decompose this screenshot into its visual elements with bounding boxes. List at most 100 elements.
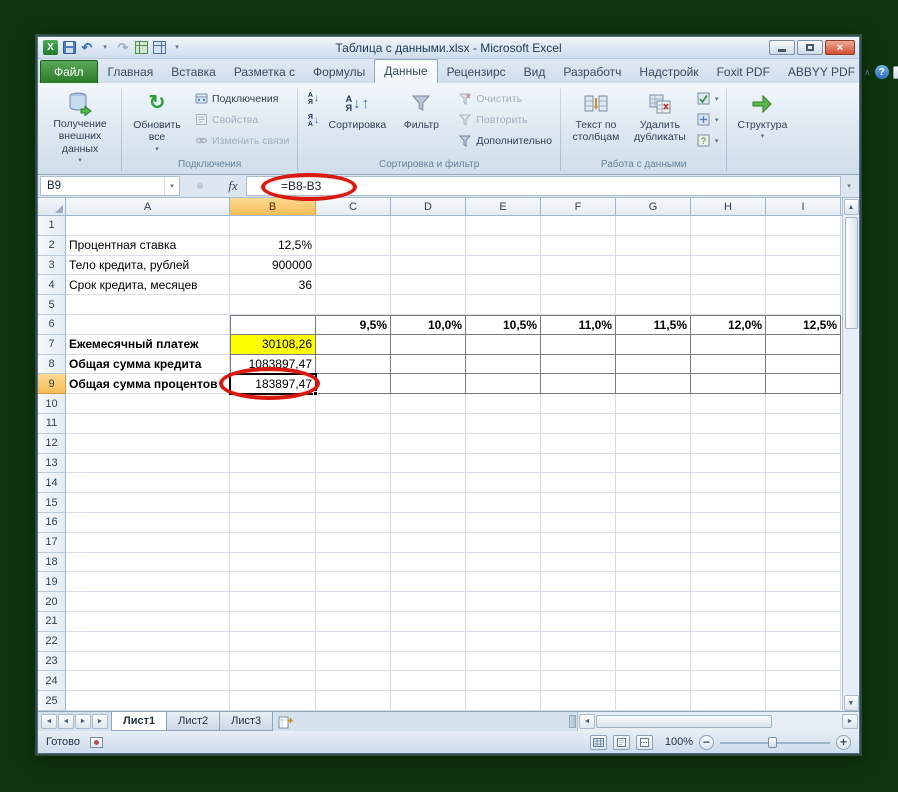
cell-B1[interactable] [230, 216, 316, 236]
window-restore-button[interactable] [797, 40, 823, 55]
cell-E6[interactable]: 10,5% [466, 315, 541, 335]
row-header-18[interactable]: 18 [38, 553, 66, 573]
cell-G20[interactable] [616, 592, 691, 612]
cell-I18[interactable] [766, 553, 841, 573]
cell-H18[interactable] [691, 553, 766, 573]
cell-E24[interactable] [466, 671, 541, 691]
zoom-slider[interactable] [720, 735, 830, 750]
cell-E23[interactable] [466, 652, 541, 672]
cell-F2[interactable] [541, 236, 616, 256]
cell-E3[interactable] [466, 256, 541, 276]
cell-A17[interactable] [66, 533, 230, 553]
tab-insert[interactable]: Вставка [162, 61, 225, 83]
cell-G25[interactable] [616, 691, 691, 711]
cell-A6[interactable] [66, 315, 230, 335]
name-box-dropdown-icon[interactable]: ▾ [164, 177, 179, 195]
scroll-left-icon[interactable]: ◄ [579, 714, 595, 729]
redo-icon[interactable]: ↷ [116, 40, 130, 56]
cell-B6[interactable] [230, 315, 316, 335]
cell-D6[interactable]: 10,0% [391, 315, 466, 335]
advanced-filter-button[interactable]: Дополнительно [454, 131, 556, 150]
cell-B18[interactable] [230, 553, 316, 573]
cell-A9[interactable]: Общая сумма процентов [66, 374, 230, 394]
cell-D15[interactable] [391, 493, 466, 513]
sort-descending-button[interactable]: ЯА ↓ [302, 111, 324, 131]
cell-G17[interactable] [616, 533, 691, 553]
first-sheet-icon[interactable]: ◄ [41, 714, 57, 729]
cell-E5[interactable] [466, 295, 541, 315]
cell-G3[interactable] [616, 256, 691, 276]
cell-E17[interactable] [466, 533, 541, 553]
cell-G8[interactable] [616, 355, 691, 375]
cell-D7[interactable] [391, 335, 466, 355]
cell-G2[interactable] [616, 236, 691, 256]
insert-function-button[interactable]: fx [220, 176, 246, 196]
formula-input[interactable]: =B8-B3 [246, 176, 841, 196]
cell-A10[interactable] [66, 394, 230, 414]
cell-C3[interactable] [316, 256, 391, 276]
get-external-data-button[interactable]: Получение внешних данных ▾ [43, 86, 117, 156]
cell-F10[interactable] [541, 394, 616, 414]
column-header-H[interactable]: H [691, 198, 766, 215]
cell-A11[interactable] [66, 414, 230, 434]
cell-A4[interactable]: Срок кредита, месяцев [66, 275, 230, 295]
cell-I4[interactable] [766, 275, 841, 295]
cell-B3[interactable]: 900000 [230, 256, 316, 276]
fill-handle[interactable] [313, 391, 318, 396]
text-to-columns-button[interactable]: Текст по столбцам [565, 86, 627, 156]
vertical-scrollbar[interactable]: ▲ ▼ [842, 198, 859, 711]
column-header-I[interactable]: I [766, 198, 841, 215]
cell-H17[interactable] [691, 533, 766, 553]
scroll-down-icon[interactable]: ▼ [844, 695, 859, 711]
cell-G21[interactable] [616, 612, 691, 632]
cell-I11[interactable] [766, 414, 841, 434]
tab-abbyy-pdf[interactable]: ABBYY PDF [779, 61, 864, 83]
cell-C20[interactable] [316, 592, 391, 612]
row-header-3[interactable]: 3 [38, 256, 66, 276]
refresh-all-button[interactable]: ↻ Обновить все ▾ [126, 86, 188, 156]
cell-B17[interactable] [230, 533, 316, 553]
cell-D18[interactable] [391, 553, 466, 573]
cell-E9[interactable] [466, 374, 541, 394]
zoom-level[interactable]: 100% [659, 736, 693, 748]
cell-H13[interactable] [691, 454, 766, 474]
cell-F1[interactable] [541, 216, 616, 236]
cell-H10[interactable] [691, 394, 766, 414]
reapply-filter-button[interactable]: Повторить [454, 110, 556, 129]
cell-D24[interactable] [391, 671, 466, 691]
cell-E20[interactable] [466, 592, 541, 612]
cell-E2[interactable] [466, 236, 541, 256]
cell-H14[interactable] [691, 473, 766, 493]
edit-links-button[interactable]: Изменить связи [190, 131, 293, 150]
cell-E14[interactable] [466, 473, 541, 493]
cell-H11[interactable] [691, 414, 766, 434]
horizontal-scrollbar[interactable]: ◄ ► [577, 712, 859, 731]
cell-A19[interactable] [66, 572, 230, 592]
cell-C15[interactable] [316, 493, 391, 513]
cell-B14[interactable] [230, 473, 316, 493]
cell-D9[interactable] [391, 374, 466, 394]
cell-A16[interactable] [66, 513, 230, 533]
cell-I1[interactable] [766, 216, 841, 236]
macro-record-icon[interactable] [90, 737, 103, 748]
cell-H22[interactable] [691, 632, 766, 652]
cell-C5[interactable] [316, 295, 391, 315]
undo-icon[interactable]: ↶ [80, 40, 94, 56]
cell-C18[interactable] [316, 553, 391, 573]
cell-D16[interactable] [391, 513, 466, 533]
cell-G16[interactable] [616, 513, 691, 533]
cell-A7[interactable]: Ежемесячный платеж [66, 335, 230, 355]
excel-logo-icon[interactable]: X [43, 40, 58, 55]
cell-G18[interactable] [616, 553, 691, 573]
cell-E7[interactable] [466, 335, 541, 355]
cell-F9[interactable] [541, 374, 616, 394]
cell-D11[interactable] [391, 414, 466, 434]
cell-F20[interactable] [541, 592, 616, 612]
insert-worksheet-tab[interactable] [272, 712, 300, 731]
zoom-out-button[interactable]: − [699, 735, 714, 750]
cell-I8[interactable] [766, 355, 841, 375]
clear-filter-button[interactable]: Очистить [454, 89, 556, 108]
cell-A18[interactable] [66, 553, 230, 573]
cell-F5[interactable] [541, 295, 616, 315]
cell-I12[interactable] [766, 434, 841, 454]
